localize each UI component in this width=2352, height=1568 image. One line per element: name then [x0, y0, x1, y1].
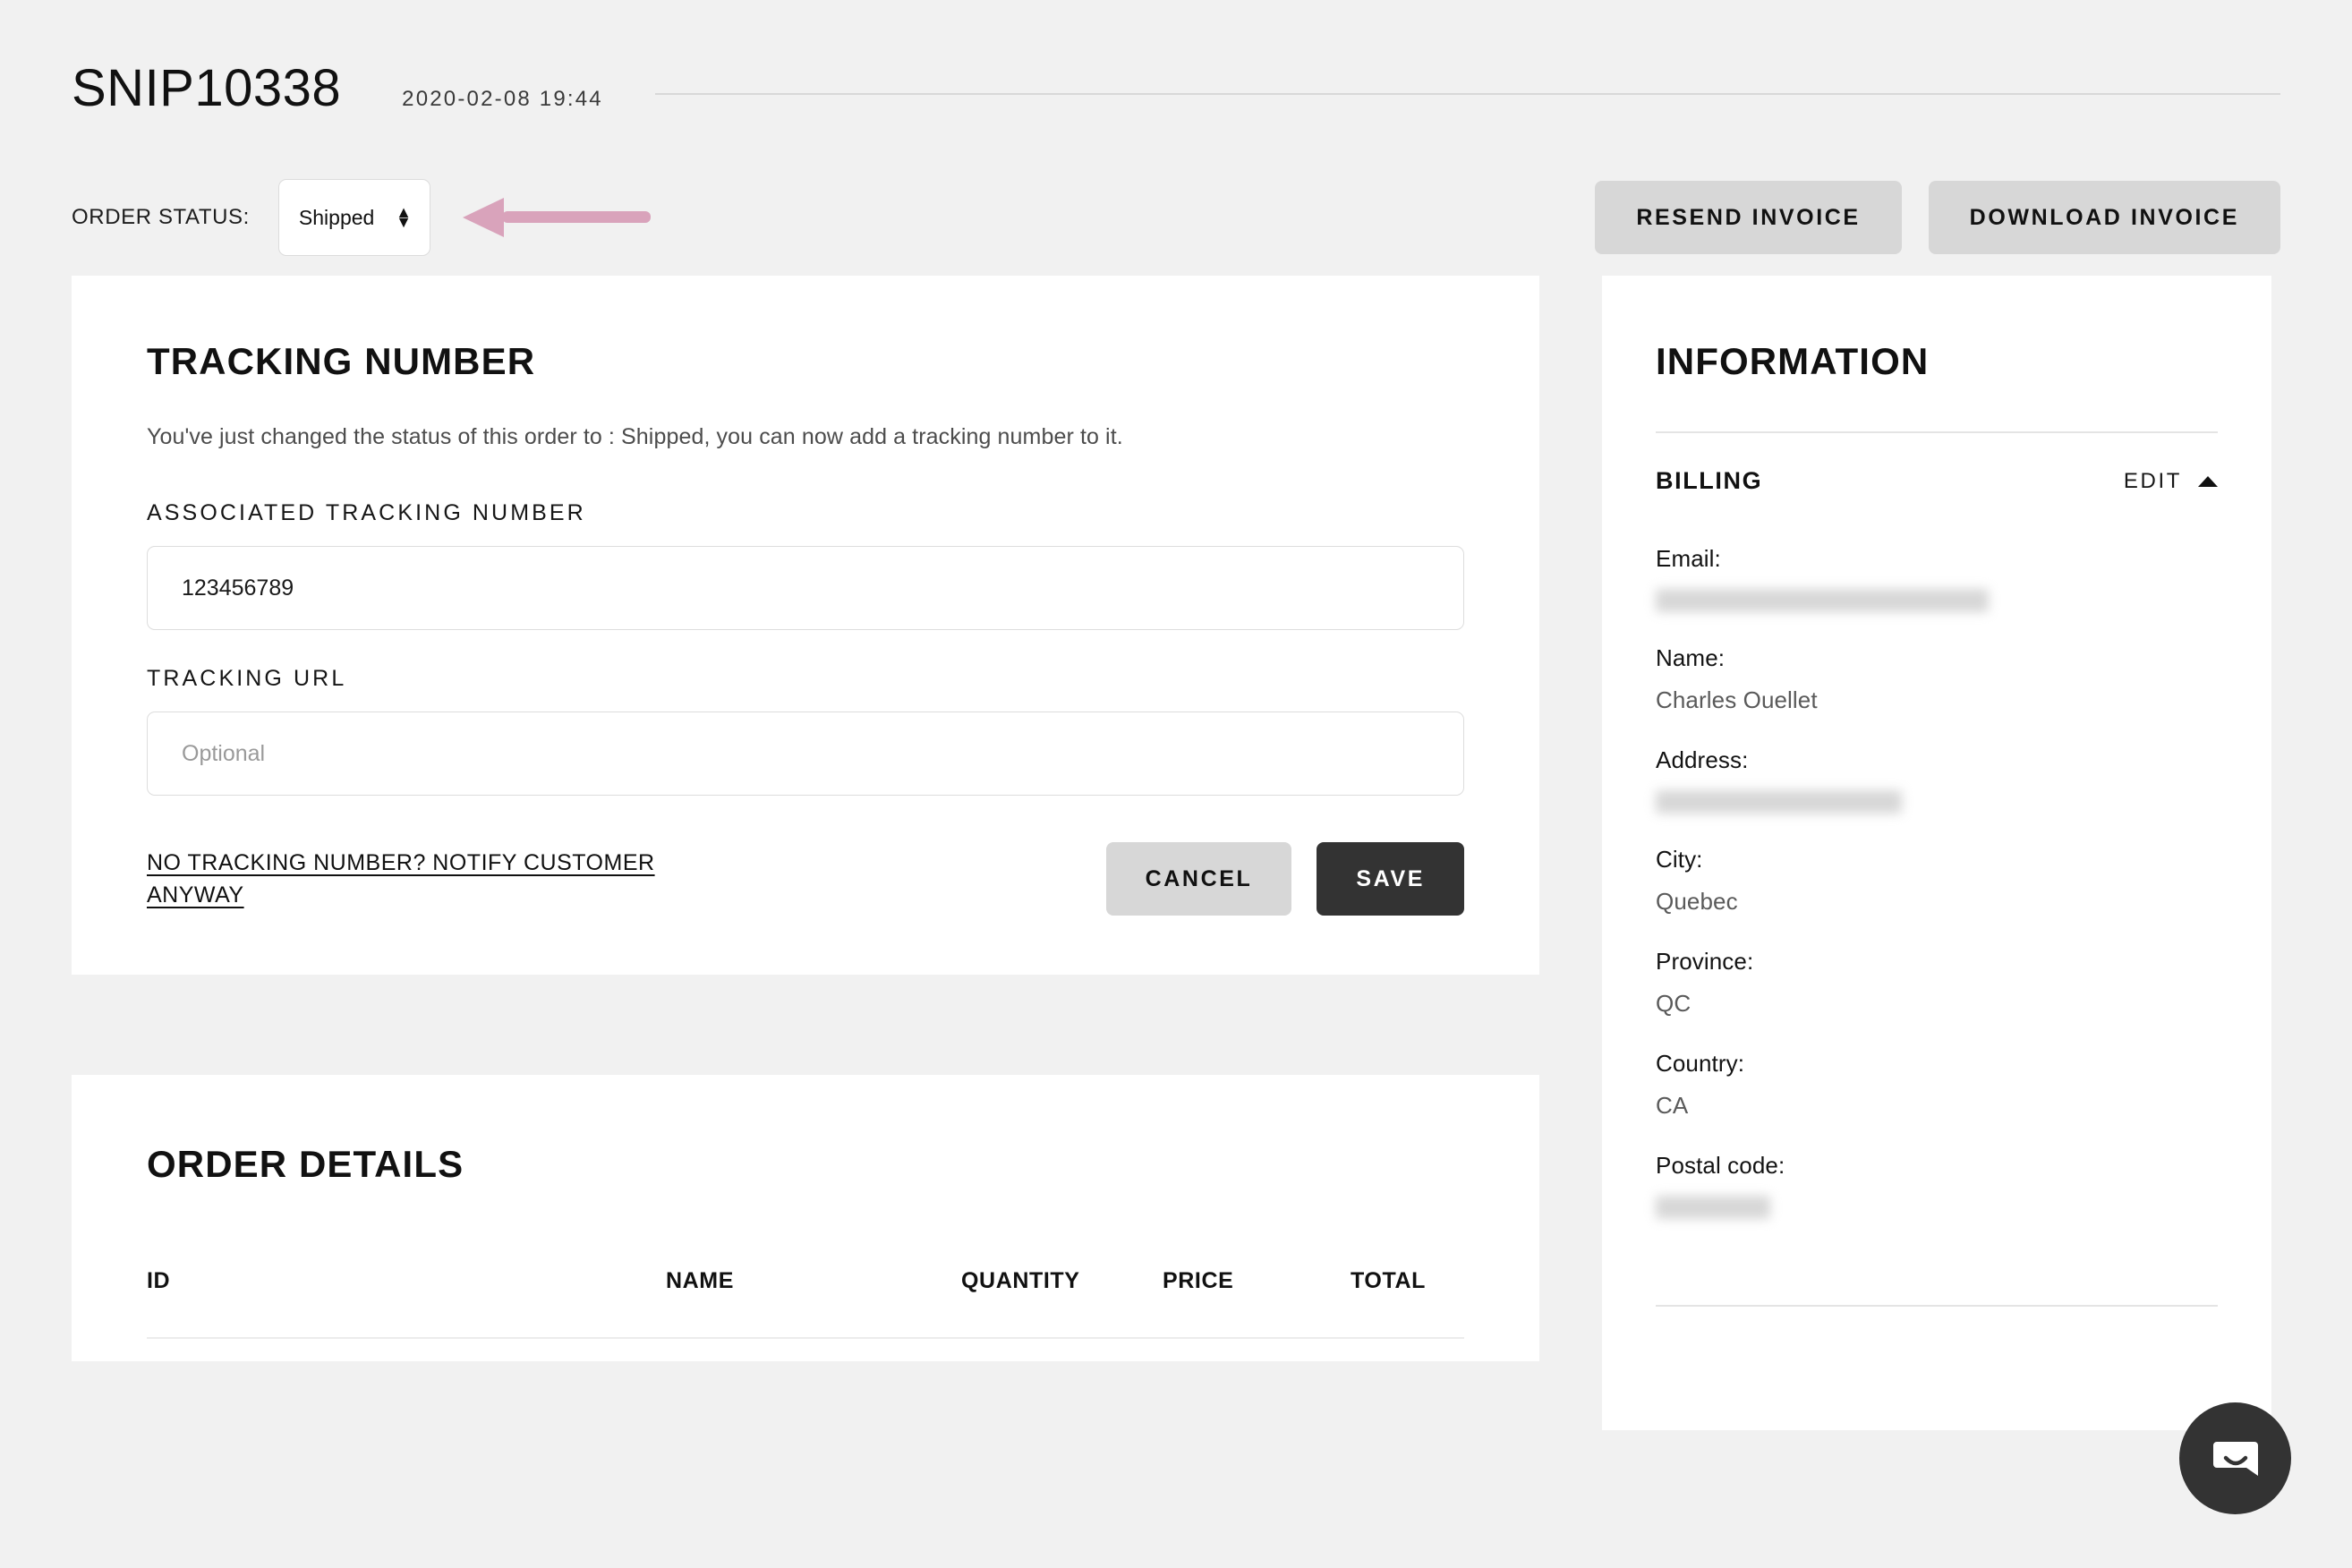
- order-details-table: ID NAME QUANTITY PRICE TOTAL: [147, 1268, 1464, 1339]
- billing-edit-button[interactable]: EDIT: [2124, 469, 2218, 494]
- column-header-quantity: QUANTITY: [961, 1268, 1163, 1339]
- billing-field: Name: Charles Ouellet: [1656, 644, 2218, 714]
- tracking-url-input[interactable]: [147, 712, 1464, 796]
- billing-field-key: Country:: [1656, 1050, 1745, 1077]
- order-status-select[interactable]: Shipped ▲ ▼: [277, 179, 430, 256]
- stepper-down-icon: ▼: [396, 213, 412, 231]
- billing-field-key: City:: [1656, 846, 1703, 873]
- information-bottom-divider: [1656, 1305, 2218, 1307]
- cancel-button[interactable]: CANCEL: [1105, 842, 1292, 916]
- tracking-card-title: TRACKING NUMBER: [147, 340, 536, 382]
- tracking-number-input[interactable]: [147, 546, 1464, 630]
- billing-field: Province: QC: [1656, 948, 2218, 1018]
- billing-field-value: Quebec: [1656, 888, 1738, 915]
- billing-field: Address:: [1656, 746, 2218, 814]
- main-column: TRACKING NUMBER You've just changed the …: [72, 276, 1539, 1361]
- table-header-row: ID NAME QUANTITY PRICE TOTAL: [147, 1268, 1464, 1339]
- column-header-id: ID: [147, 1268, 666, 1339]
- billing-field-value: QC: [1656, 990, 1692, 1017]
- billing-field-key: Address:: [1656, 746, 1749, 773]
- billing-field-key: Name:: [1656, 644, 1726, 671]
- chat-bubble-smile-icon: [2212, 1441, 2258, 1476]
- tracking-number-label: ASSOCIATED TRACKING NUMBER: [147, 500, 586, 525]
- main-layout: TRACKING NUMBER You've just changed the …: [0, 276, 2352, 1430]
- status-bar: ORDER STATUS: Shipped ▲ ▼ RESEND INVOICE…: [0, 179, 2352, 256]
- page-header: SNIP10338 2020-02-08 19:44: [0, 0, 2352, 115]
- tracking-number-card: TRACKING NUMBER You've just changed the …: [72, 276, 1539, 975]
- billing-field: Email:: [1656, 545, 2218, 612]
- invoice-actions: RESEND INVOICE DOWNLOAD INVOICE: [1595, 181, 2280, 254]
- tracking-form-actions: NO TRACKING NUMBER? NOTIFY CUSTOMER ANYW…: [147, 842, 1464, 916]
- billing-field: Postal code:: [1656, 1152, 2218, 1219]
- tracking-url-field: TRACKING URL: [147, 666, 1464, 796]
- billing-label: BILLING: [1656, 467, 1763, 494]
- column-header-price: PRICE: [1163, 1268, 1351, 1339]
- billing-field-key: Email:: [1656, 545, 1721, 572]
- billing-field: City: Quebec: [1656, 846, 2218, 916]
- order-details-card: ORDER DETAILS ID NAME QUANTITY PRICE TOT…: [72, 1075, 1539, 1361]
- tracking-number-field: ASSOCIATED TRACKING NUMBER: [147, 500, 1464, 630]
- billing-field-key: Postal code:: [1656, 1152, 1785, 1179]
- column-header-total: TOTAL: [1351, 1268, 1464, 1339]
- redacted-value: [1656, 589, 1989, 612]
- tracking-url-label: TRACKING URL: [147, 666, 347, 691]
- information-title: INFORMATION: [1656, 340, 1930, 382]
- annotation-arrow-icon: [462, 198, 651, 237]
- stepper-arrows-icon: ▲ ▼: [396, 204, 412, 231]
- billing-edit-label: EDIT: [2123, 468, 2182, 493]
- tracking-description: You've just changed the status of this o…: [147, 424, 1123, 449]
- page-title: SNIP10338: [72, 59, 342, 117]
- order-date: 2020-02-08 19:44: [402, 87, 603, 111]
- billing-field-value: Charles Ouellet: [1656, 686, 1818, 713]
- redacted-value: [1656, 790, 1902, 814]
- chat-launcher-button[interactable]: [2179, 1402, 2291, 1514]
- save-button[interactable]: SAVE: [1317, 842, 1464, 916]
- chevron-up-icon: [2198, 475, 2218, 487]
- billing-field-value: CA: [1656, 1092, 1689, 1119]
- header-divider: [654, 93, 2280, 95]
- order-status-value: Shipped: [298, 205, 375, 229]
- billing-section-header: BILLING EDIT: [1656, 433, 2218, 525]
- redacted-value: [1656, 1196, 1770, 1219]
- resend-invoice-button[interactable]: RESEND INVOICE: [1595, 181, 1902, 254]
- download-invoice-button[interactable]: DOWNLOAD INVOICE: [1928, 181, 2280, 254]
- order-details-title: ORDER DETAILS: [147, 1143, 464, 1185]
- column-header-name: NAME: [666, 1268, 961, 1339]
- notify-customer-anyway-link[interactable]: NO TRACKING NUMBER? NOTIFY CUSTOMER ANYW…: [147, 848, 720, 911]
- order-status-label: ORDER STATUS:: [72, 205, 250, 229]
- billing-field: Country: CA: [1656, 1050, 2218, 1120]
- tracking-buttons: CANCEL SAVE: [1105, 842, 1464, 916]
- billing-field-key: Province:: [1656, 948, 1754, 975]
- side-column: INFORMATION BILLING EDIT Email: Name: Char…: [1602, 276, 2271, 1430]
- billing-fields: Email: Name: Charles Ouellet Address: City: Q…: [1656, 545, 2218, 1219]
- information-card: INFORMATION BILLING EDIT Email: Name: Char…: [1602, 276, 2271, 1430]
